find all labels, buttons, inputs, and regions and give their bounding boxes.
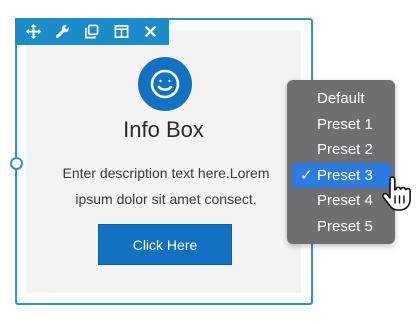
menu-item-preset-5[interactable]: Preset 5	[291, 214, 391, 240]
menu-item-preset-1[interactable]: Preset 1	[291, 112, 391, 138]
info-box-description: Enter description text here.Lorem ipsum …	[62, 165, 270, 207]
click-here-button[interactable]: Click Here	[98, 224, 232, 265]
wrench-icon[interactable]	[52, 21, 74, 43]
resize-handle[interactable]	[10, 157, 23, 170]
hand-pointer-icon	[380, 176, 412, 212]
columns-icon[interactable]	[110, 21, 132, 43]
widget-toolbar	[15, 18, 169, 45]
info-box-title: Info Box	[123, 117, 204, 142]
preset-menu: Default Preset 1 Preset 2 ✓ Preset 3 Pre…	[287, 80, 395, 244]
menu-item-preset-2[interactable]: Preset 2	[291, 137, 391, 163]
menu-item-preset-3[interactable]: ✓ Preset 3	[291, 162, 391, 188]
close-icon[interactable]	[139, 21, 161, 43]
menu-item-default[interactable]: Default	[291, 86, 391, 112]
menu-item-preset-4[interactable]: Preset 4	[291, 188, 391, 214]
duplicate-icon[interactable]	[81, 21, 103, 43]
move-icon[interactable]	[23, 21, 45, 43]
smiley-icon	[138, 57, 192, 111]
checkmark-icon: ✓	[300, 166, 313, 184]
